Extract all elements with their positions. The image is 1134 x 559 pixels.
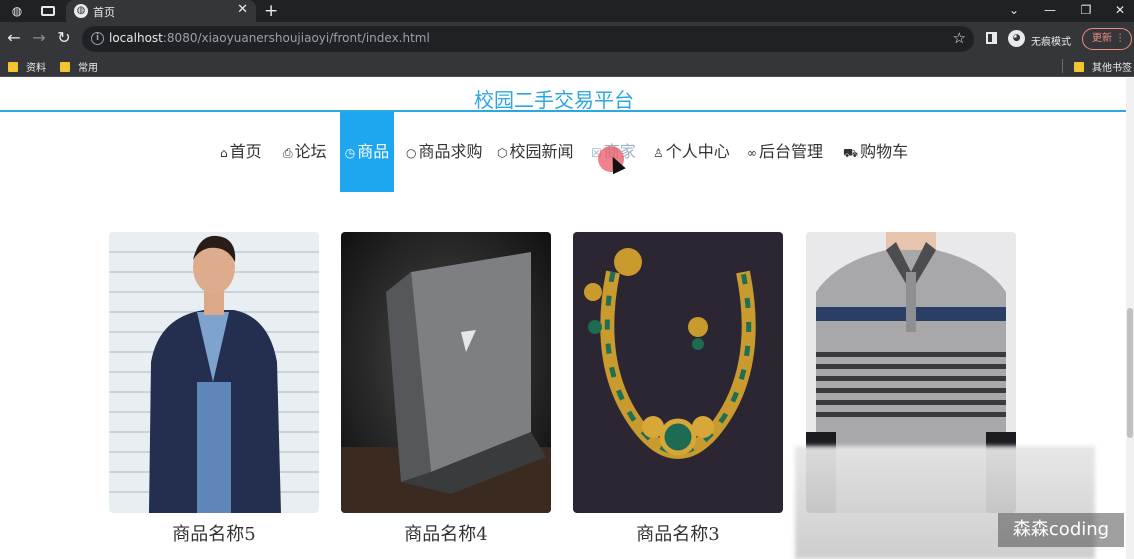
site-header: 校园二手交易平台 — [0, 78, 1134, 112]
bookmark-folder-changyong[interactable]: 常用 — [60, 59, 98, 74]
product-name[interactable]: 商品名称3 — [573, 520, 783, 546]
url-text[interactable]: localhost:8080/xiaoyuanershoujiaoyi/fron… — [109, 31, 430, 45]
globe-icon[interactable]: ◍ — [9, 3, 25, 19]
bookmarks-bar: 资料 常用 其他书签 — [0, 56, 1134, 77]
nav-personal-center[interactable]: ♙ 个人中心 — [653, 112, 730, 192]
incognito-icon[interactable]: ◕ — [1008, 30, 1025, 47]
page-scrollbar[interactable] — [1126, 78, 1134, 559]
nav-campus-news[interactable]: ⬡ 校园新闻 — [497, 112, 574, 192]
browser-tab-bar: ◍ ◍ 首页 ✕ + ⌄ — ❐ ✕ — [0, 0, 1134, 22]
circle-icon: ○ — [406, 146, 417, 160]
bookmark-folder-ziliao[interactable]: 资料 — [8, 59, 46, 74]
browser-tab[interactable]: ◍ 首页 ✕ — [66, 0, 256, 22]
chevron-down-icon[interactable]: ⌄ — [1000, 0, 1028, 22]
product-name[interactable]: 商品名称4 — [341, 520, 551, 546]
other-bookmarks[interactable]: 其他书签 — [1074, 59, 1132, 74]
page-content: 校园二手交易平台 ⌂首页 ⎙论坛 ◷商品 ○商品求购 ⬡校园新闻 ☒商家 ♙个人… — [0, 78, 1134, 559]
address-bar[interactable]: i localhost:8080/xiaoyuanershoujiaoyi/fr… — [82, 26, 974, 52]
close-window-icon[interactable]: ✕ — [1106, 0, 1134, 22]
nav-cart[interactable]: ⛟ 购物车 — [843, 112, 908, 192]
cube-icon: ⬡ — [497, 146, 508, 160]
product-image-necklace[interactable] — [573, 232, 783, 513]
back-icon[interactable]: ← — [4, 28, 24, 48]
watermark: 森森coding — [998, 513, 1124, 547]
cart-icon: ⛟ — [843, 146, 859, 160]
user-icon: ♙ — [653, 146, 664, 160]
restore-icon[interactable]: ❐ — [1072, 0, 1100, 22]
close-tab-icon[interactable]: ✕ — [237, 2, 248, 17]
clock-icon: ◷ — [344, 146, 356, 160]
tab-globe-icon: ◍ — [74, 4, 88, 18]
update-button[interactable]: 更新 ⋮ — [1082, 28, 1132, 50]
product-name[interactable]: 商品名称5 — [109, 520, 319, 546]
product-card[interactable]: 商品名称4 — [341, 232, 551, 545]
product-card[interactable]: 商品名称5 — [109, 232, 319, 545]
folder-icon — [1074, 62, 1084, 72]
product-image-laptop[interactable] — [341, 232, 551, 513]
forward-icon[interactable]: → — [29, 28, 49, 48]
side-panel-icon[interactable] — [986, 32, 997, 44]
home-icon: ⌂ — [220, 146, 228, 160]
scrollbar-thumb[interactable] — [1127, 308, 1133, 438]
new-tab-button[interactable]: + — [264, 0, 278, 22]
site-title: 校园二手交易平台 — [474, 88, 634, 112]
reload-icon[interactable]: ↻ — [54, 28, 74, 48]
link-icon: ∞ — [747, 146, 757, 160]
forum-icon: ⎙ — [283, 146, 293, 160]
nav-purchase-requests[interactable]: ○ 商品求购 — [406, 112, 483, 192]
folder-icon — [8, 62, 18, 72]
product-image-jacket[interactable] — [109, 232, 319, 513]
nav-forum[interactable]: ⎙ 论坛 — [283, 112, 327, 192]
tab-title: 首页 — [93, 6, 115, 19]
product-card[interactable]: 商品名称3 — [573, 232, 783, 545]
browser-toolbar: ← → ↻ i localhost:8080/xiaoyuanershoujia… — [0, 22, 1134, 56]
info-icon[interactable]: i — [91, 32, 104, 45]
folder-icon — [60, 62, 70, 72]
nav-admin[interactable]: ∞ 后台管理 — [747, 112, 823, 192]
nav-home[interactable]: ⌂ 首页 — [220, 112, 262, 192]
tab-search-icon[interactable] — [40, 3, 56, 19]
bookmark-star-icon[interactable]: ☆ — [953, 29, 966, 47]
nav-products[interactable]: ◷ 商品 — [340, 112, 394, 192]
minimize-icon[interactable]: — — [1036, 0, 1064, 22]
incognito-label[interactable]: 无痕模式 — [1031, 33, 1071, 48]
bookmarks-divider — [1062, 59, 1063, 73]
main-nav: ⌂首页 ⎙论坛 ◷商品 ○商品求购 ⬡校园新闻 ☒商家 ♙个人中心 ∞后台管理 … — [0, 112, 1126, 192]
